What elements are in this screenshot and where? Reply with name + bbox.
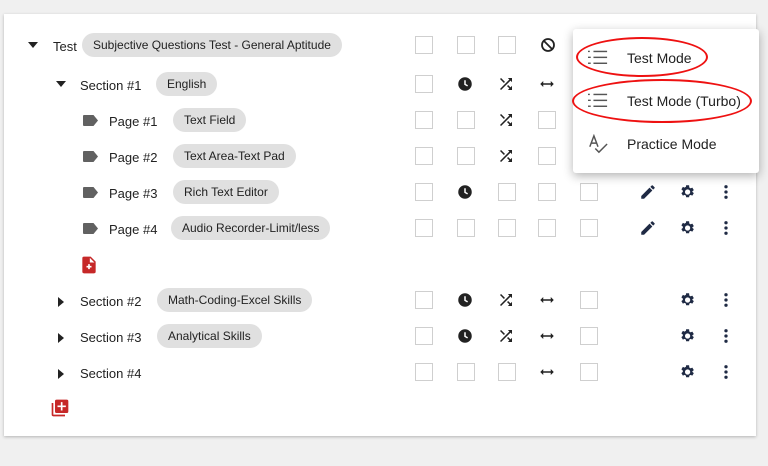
label-tag-icon [83, 223, 98, 234]
expand-caret-icon[interactable] [58, 333, 64, 343]
shuffle-icon[interactable] [497, 75, 515, 93]
settings-gear-icon[interactable] [678, 183, 696, 201]
option-checkbox[interactable] [498, 219, 516, 237]
clock-icon[interactable] [456, 291, 474, 309]
option-checkbox[interactable] [580, 219, 598, 237]
mode-dropdown-menu: Test Mode Test Mode (Turbo) Practice Mod… [573, 29, 759, 173]
clock-icon[interactable] [456, 327, 474, 345]
menu-item-practice-mode[interactable]: Practice Mode [573, 126, 759, 162]
clock-icon[interactable] [456, 183, 474, 201]
page-name-chip[interactable]: Text Area-Text Pad [173, 144, 296, 168]
option-checkbox[interactable] [457, 219, 475, 237]
option-checkbox[interactable] [580, 327, 598, 345]
settings-gear-icon[interactable] [678, 363, 696, 381]
edit-pencil-icon[interactable] [639, 219, 657, 237]
option-checkbox[interactable] [457, 147, 475, 165]
page-label: Page #1 [109, 114, 158, 129]
collapse-caret-icon[interactable] [56, 81, 66, 87]
option-checkbox[interactable] [538, 111, 556, 129]
menu-item-test-mode-turbo[interactable]: Test Mode (Turbo) [573, 83, 759, 119]
option-checkbox[interactable] [538, 183, 556, 201]
block-icon[interactable] [539, 36, 557, 54]
section-label: Section #4 [80, 366, 142, 381]
page-name-chip[interactable]: Audio Recorder-Limit/less [171, 216, 331, 240]
page-label: Page #2 [109, 150, 158, 165]
option-checkbox[interactable] [498, 363, 516, 381]
option-checkbox[interactable] [415, 327, 433, 345]
option-checkbox[interactable] [580, 183, 598, 201]
section-name-chip[interactable]: Math-Coding-Excel Skills [157, 288, 313, 312]
test-name-chip[interactable]: Subjective Questions Test - General Apti… [82, 33, 342, 57]
option-checkbox[interactable] [415, 111, 433, 129]
section-label: Section #1 [80, 78, 142, 93]
numbered-list-icon [587, 48, 609, 68]
option-checkbox[interactable] [498, 183, 516, 201]
option-checkbox[interactable] [415, 183, 433, 201]
section-row[interactable]: Section #3 Analytical Skills [4, 323, 756, 353]
page-row[interactable]: Page #4 Audio Recorder-Limit/less [4, 215, 756, 245]
swap-horiz-icon[interactable] [538, 363, 556, 381]
add-section-icon[interactable] [50, 398, 70, 418]
option-checkbox[interactable] [415, 363, 433, 381]
swap-horiz-icon[interactable] [538, 75, 556, 93]
option-checkbox[interactable] [580, 363, 598, 381]
section-label: Section #2 [80, 294, 142, 309]
option-checkbox[interactable] [580, 291, 598, 309]
section-row[interactable]: Section #2 Math-Coding-Excel Skills [4, 287, 756, 317]
page-label: Page #4 [109, 222, 158, 237]
label-tag-icon [83, 151, 98, 162]
shuffle-icon[interactable] [497, 327, 515, 345]
menu-item-label: Test Mode (Turbo) [627, 93, 741, 109]
settings-gear-icon[interactable] [678, 327, 696, 345]
edit-pencil-icon[interactable] [639, 183, 657, 201]
section-label: Section #3 [80, 330, 142, 345]
section-row[interactable]: Section #4 [4, 359, 756, 389]
menu-item-label: Practice Mode [627, 136, 717, 152]
more-vert-icon[interactable] [717, 183, 735, 201]
page-name-chip[interactable]: Text Field [173, 108, 247, 132]
settings-gear-icon[interactable] [678, 291, 696, 309]
expand-caret-icon[interactable] [58, 297, 64, 307]
option-checkbox[interactable] [457, 363, 475, 381]
more-vert-icon[interactable] [717, 219, 735, 237]
swap-horiz-icon[interactable] [538, 291, 556, 309]
option-checkbox[interactable] [498, 36, 516, 54]
option-checkbox[interactable] [415, 75, 433, 93]
numbered-list-icon [587, 91, 609, 111]
label-tag-icon [83, 187, 98, 198]
page-name-chip[interactable]: Rich Text Editor [173, 180, 279, 204]
option-checkbox[interactable] [457, 36, 475, 54]
shuffle-icon[interactable] [497, 291, 515, 309]
section-name-chip[interactable]: Analytical Skills [157, 324, 262, 348]
shuffle-icon[interactable] [497, 111, 515, 129]
option-checkbox[interactable] [538, 147, 556, 165]
expand-caret-icon[interactable] [58, 369, 64, 379]
page-row[interactable]: Page #3 Rich Text Editor [4, 179, 756, 209]
label-tag-icon [83, 115, 98, 126]
test-label: Test [53, 39, 77, 54]
option-checkbox[interactable] [415, 219, 433, 237]
collapse-caret-icon[interactable] [28, 42, 38, 48]
menu-item-test-mode[interactable]: Test Mode [573, 40, 759, 76]
shuffle-icon[interactable] [497, 147, 515, 165]
clock-icon[interactable] [456, 75, 474, 93]
option-checkbox[interactable] [538, 219, 556, 237]
page-label: Page #3 [109, 186, 158, 201]
settings-gear-icon[interactable] [678, 219, 696, 237]
menu-item-label: Test Mode [627, 50, 692, 66]
option-checkbox[interactable] [415, 147, 433, 165]
section-name-chip[interactable]: English [156, 72, 218, 96]
option-checkbox[interactable] [415, 291, 433, 309]
more-vert-icon[interactable] [717, 327, 735, 345]
add-page-icon[interactable] [79, 255, 99, 275]
more-vert-icon[interactable] [717, 291, 735, 309]
spellcheck-icon [587, 133, 609, 154]
more-vert-icon[interactable] [717, 363, 735, 381]
swap-horiz-icon[interactable] [538, 327, 556, 345]
option-checkbox[interactable] [457, 111, 475, 129]
option-checkbox[interactable] [415, 36, 433, 54]
